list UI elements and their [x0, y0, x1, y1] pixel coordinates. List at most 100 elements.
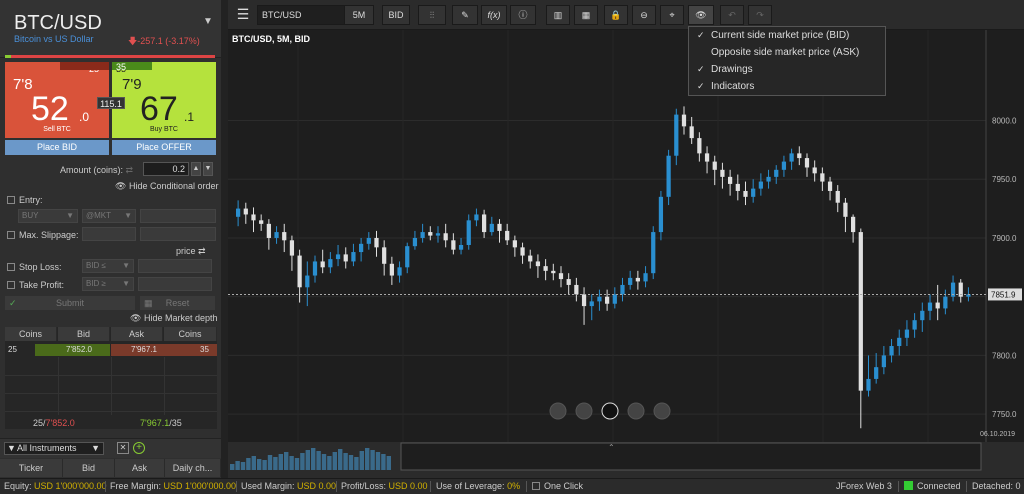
price-chart[interactable]: 8000.07950.07900.07850.07800.07750.07851… [228, 30, 1024, 442]
instr-header-ticker[interactable]: Ticker [0, 459, 63, 477]
indicators-button[interactable]: f(x) [481, 5, 507, 25]
buy-price-pip: .1 [184, 110, 195, 124]
daily-change: 🡇-257.1 (-3.17%) [128, 34, 200, 50]
slippage-extra-input[interactable] [140, 227, 216, 241]
sell-volume-tab [60, 62, 109, 70]
menu-item-opposite-side[interactable]: Opposite side market price (ASK) [689, 44, 887, 61]
navigator-bar [300, 453, 305, 470]
navigator-bar [354, 457, 359, 470]
stop-loss-price-input[interactable] [138, 259, 212, 273]
profit-loss: Profit/Loss: USD 0.00 [341, 479, 428, 494]
instr-header-bid[interactable]: Bid [63, 459, 115, 477]
candle-body [466, 220, 471, 245]
navigator-bar [273, 457, 278, 470]
playback-control-icon [653, 402, 671, 420]
close-icon[interactable]: ✕ [117, 442, 129, 454]
menu-icon[interactable]: ☰ [232, 5, 254, 25]
navigator-window[interactable] [400, 442, 982, 471]
used-margin-label: Used Margin: [241, 481, 295, 491]
instrument-header[interactable]: BTC/USD ▼ Bitcoin vs US Dollar 🡇-257.1 (… [0, 0, 221, 58]
candle-body [889, 346, 894, 356]
navigator-bar [235, 461, 240, 470]
price-toggle[interactable]: price ⇄ [176, 246, 206, 257]
entry-checkbox[interactable]: Entry: [7, 195, 43, 205]
instr-header-daily-change[interactable]: Daily ch... [165, 459, 221, 477]
max-slippage-checkbox[interactable]: Max. Slippage: [7, 230, 79, 240]
hide-conditional-link[interactable]: 👁 Hide Conditional order [115, 181, 219, 192]
candle-body [320, 261, 325, 268]
info-icon[interactable]: ⓘ [510, 5, 536, 25]
buy-quote-button[interactable]: 35 7'9 67 .1 Buy BTC [112, 62, 216, 138]
sell-quote-button[interactable]: 25 7'8 52 .0 Sell BTC [5, 62, 109, 138]
redo-icon[interactable]: ↷ [748, 5, 772, 25]
lock-icon[interactable]: 🔒 [604, 5, 628, 25]
menu-item-current-side[interactable]: ✓ Current side market price (BID) [689, 27, 887, 44]
calendar-icon[interactable]: ▦ [574, 5, 598, 25]
navigator-bar [240, 462, 246, 470]
candle-body [597, 296, 602, 302]
candle-body [620, 284, 625, 295]
stop-loss-cond-select[interactable]: BID ≤ ▼ [82, 259, 134, 273]
menu-item-drawings[interactable]: ✓ Drawings [689, 61, 887, 78]
depth-total-bid-coins: 25/ [33, 418, 46, 428]
place-offer-button[interactable]: Place OFFER [112, 140, 216, 155]
candle-body [789, 153, 794, 162]
view-options-menu: ✓ Current side market price (BID) Opposit… [688, 26, 886, 96]
candle-body [528, 255, 533, 262]
eye-icon[interactable]: 👁 [688, 5, 714, 25]
undo-icon[interactable]: ↶ [720, 5, 744, 25]
sell-price-big: 52 [31, 90, 69, 128]
take-profit-cond-select[interactable]: BID ≥ ▼ [82, 277, 134, 291]
candle-body [405, 246, 410, 268]
navigator-bar [278, 454, 283, 470]
navigator-bar [284, 452, 289, 470]
amount-stepper-up[interactable]: ▲ [191, 162, 201, 176]
candle-type-icon[interactable]: ⫶⫶ [418, 5, 446, 25]
take-profit-checkbox[interactable]: Take Profit: [7, 280, 64, 290]
amount-stepper-down[interactable]: ▼ [203, 162, 213, 176]
reset-button[interactable]: ▦ Reset [140, 296, 215, 310]
chart-navigator[interactable]: ⌃ [228, 442, 1024, 472]
magnet-icon[interactable]: ⌖ [660, 5, 684, 25]
candle-body [658, 196, 664, 233]
entry-side-value: BUY [22, 211, 39, 220]
chevron-down-icon[interactable]: ▼ [203, 16, 213, 27]
navigator-bar [246, 458, 251, 470]
candle-body [489, 223, 494, 233]
submit-button[interactable]: ✓ Submit [5, 296, 135, 310]
place-bid-button[interactable]: Place BID [5, 140, 109, 155]
instr-header-ask[interactable]: Ask [115, 459, 165, 477]
take-profit-price-input[interactable] [138, 277, 212, 291]
amount-input[interactable] [143, 162, 189, 176]
menu-item-indicators[interactable]: ✓ Indicators [689, 78, 887, 95]
draw-tool-icon[interactable]: ✎ [452, 5, 478, 25]
grid-icon: ▦ [144, 298, 153, 308]
hide-depth-link[interactable]: 👁 Hide Market depth [130, 313, 218, 324]
price-label: price [176, 246, 196, 256]
slippage-input[interactable] [82, 227, 136, 241]
navigator-bar [332, 452, 337, 470]
entry-price-input[interactable] [140, 209, 216, 223]
stop-loss-label: Stop Loss: [19, 262, 62, 272]
down-arrow-icon: 🡇 [128, 36, 138, 46]
instrument-subtitle: Bitcoin vs US Dollar [14, 34, 94, 44]
connection-label: Connected [917, 481, 961, 491]
zoom-icon[interactable]: ⊖ [632, 5, 656, 25]
add-icon[interactable]: + [133, 442, 145, 454]
expand-navigator-icon[interactable]: ⌃ [608, 443, 615, 452]
stop-loss-checkbox[interactable]: Stop Loss: [7, 262, 62, 272]
daily-change-value: -257.1 (-3.17%) [137, 36, 200, 46]
candle-body [443, 233, 448, 241]
depth-total-ask-price: 7'967.1 [140, 418, 170, 428]
play-pause-icon [601, 402, 619, 420]
instruments-filter-select[interactable]: ▼ All Instruments ▼ [4, 442, 104, 455]
candle-body [566, 279, 571, 285]
one-click-toggle[interactable]: One Click [532, 479, 583, 494]
candle-body [635, 277, 640, 282]
bar-chart-icon[interactable]: ▥ [546, 5, 570, 25]
period-select[interactable]: 5M [344, 5, 374, 25]
entry-type-select[interactable]: @MKT ▼ [82, 209, 136, 223]
candle-body [551, 270, 556, 274]
side-select[interactable]: BID [382, 5, 410, 25]
entry-side-select[interactable]: BUY ▼ [18, 209, 78, 223]
